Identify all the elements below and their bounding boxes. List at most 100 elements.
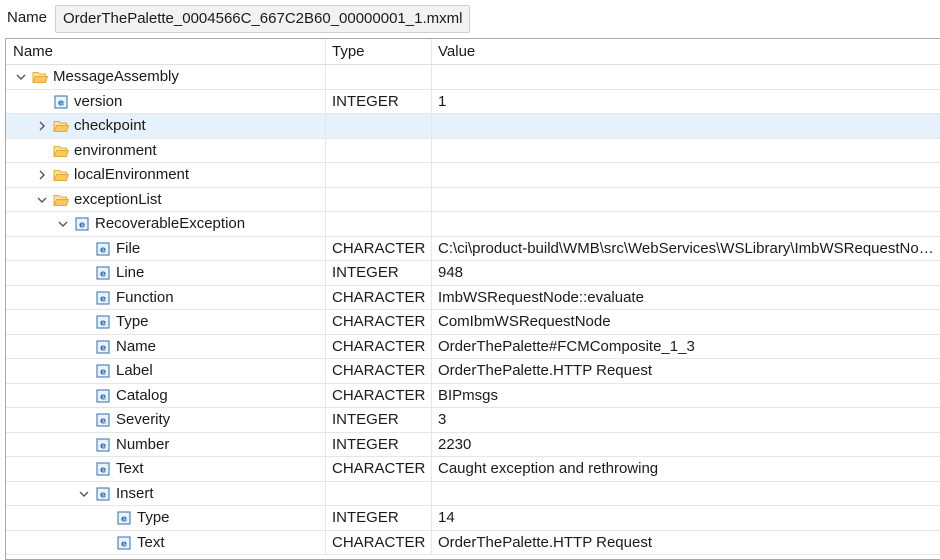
node-label: Insert (116, 484, 154, 502)
svg-text:e: e (121, 539, 127, 549)
cell-value: 14 (438, 509, 455, 526)
element-icon: e (54, 95, 68, 108)
cell-name: exceptionList (6, 187, 326, 211)
element-icon: e (96, 291, 110, 304)
tree-row[interactable]: e Line INTEGER 948 (6, 261, 940, 286)
svg-text:e: e (100, 270, 106, 280)
svg-text:e: e (100, 294, 106, 304)
svg-text:e: e (79, 221, 85, 231)
tree-row[interactable]: MessageAssembly (6, 65, 940, 90)
cell-name: localEnvironment (6, 163, 326, 187)
svg-text:e: e (58, 98, 64, 108)
cell-type: INTEGER (326, 506, 432, 530)
tree-header: Name Type Value (6, 39, 940, 65)
cell-value (432, 482, 936, 506)
svg-text:e: e (100, 368, 106, 378)
cell-name: e Type (6, 506, 326, 530)
chevron-down-icon[interactable] (57, 217, 69, 231)
tree-row[interactable]: e File CHARACTER C:\ci\product-build\WMB\sr… (6, 236, 940, 261)
cell-type (326, 187, 432, 211)
cell-name: e RecoverableException (6, 212, 326, 236)
tree-row[interactable]: e RecoverableException (6, 212, 940, 237)
cell-value (432, 188, 936, 212)
tree-row[interactable]: e Insert (6, 481, 940, 506)
cell-value: C:\ci\product-build\WMB\src\WebServices\… (438, 239, 936, 257)
node-label: RecoverableException (95, 215, 246, 232)
cell-type (326, 138, 432, 162)
element-icon: e (96, 364, 110, 378)
cell-name: e Name (6, 334, 326, 358)
column-header-name[interactable]: Name (6, 39, 326, 64)
cell-type: CHARACTER (326, 530, 432, 554)
tree-row[interactable]: checkpoint (6, 114, 940, 139)
node-label: Catalog (116, 386, 168, 404)
cell-name: e Insert (6, 481, 326, 505)
tree-row[interactable]: e Severity INTEGER 3 (6, 408, 940, 433)
chevron-down-icon[interactable] (15, 70, 27, 84)
folder-icon (53, 194, 69, 206)
cell-name: environment (6, 138, 326, 162)
cell-value: ComIbmWSRequestNode (438, 313, 611, 330)
tree-row[interactable]: environment (6, 138, 940, 163)
tree-row[interactable]: e version INTEGER 1 (6, 89, 940, 114)
node-label: Name (116, 337, 157, 355)
chevron-down-icon[interactable] (78, 487, 90, 501)
svg-text:e: e (100, 343, 106, 353)
cell-type: INTEGER (326, 261, 432, 285)
cell-type (326, 163, 432, 187)
element-icon: e (117, 511, 131, 525)
tree-row[interactable]: e Text CHARACTER Caught exception and rethr… (6, 457, 940, 482)
cell-value: OrderThePalette.HTTP Request (438, 533, 652, 551)
name-field[interactable]: OrderThePalette_0004566C_667C2B60_000000… (55, 5, 471, 33)
tree-row[interactable]: e Function CHARACTER ImbWSRequestNode::eval… (6, 285, 940, 310)
tree-row[interactable]: e Text CHARACTER OrderThePalette.HTTP Reque… (6, 530, 940, 555)
tree-row[interactable]: e Name CHARACTER OrderThePalette#FCMComposi… (6, 334, 940, 359)
tree-row[interactable]: localEnvironment (6, 163, 940, 188)
cell-value (432, 65, 936, 89)
cell-name: checkpoint (6, 114, 326, 138)
tree-row[interactable]: exceptionList (6, 187, 940, 212)
cell-value: 2230 (438, 435, 472, 453)
element-icon: e (96, 487, 110, 500)
cell-name: e Line (6, 261, 326, 285)
chevron-right-icon[interactable] (36, 168, 48, 182)
cell-name: e Type (6, 310, 326, 334)
column-header-type[interactable]: Type (326, 39, 432, 64)
node-label: Label (116, 362, 153, 379)
node-label: Function (116, 288, 174, 306)
chevron-down-icon[interactable] (36, 193, 48, 207)
name-label: Name (7, 9, 48, 26)
svg-text:e: e (100, 441, 106, 451)
cell-value (432, 139, 936, 163)
cell-name: e Text (6, 457, 326, 481)
cell-name: e Severity (6, 408, 326, 432)
element-icon: e (96, 413, 110, 427)
svg-text:e: e (100, 490, 106, 500)
message-tree[interactable]: Name Type Value MessageAssembly e version I… (5, 38, 940, 560)
node-label: checkpoint (74, 117, 146, 134)
cell-type (326, 114, 432, 138)
node-label: File (116, 239, 141, 257)
svg-text:e: e (121, 515, 127, 525)
node-label: Text (116, 460, 144, 477)
tree-row[interactable]: e Type INTEGER 14 (6, 506, 940, 531)
cell-value: 948 (438, 264, 464, 281)
chevron-right-icon[interactable] (36, 119, 48, 133)
element-icon: e (96, 340, 110, 353)
element-icon: e (96, 242, 110, 255)
cell-name: e version (6, 89, 326, 113)
tree-row[interactable]: e Type CHARACTER ComIbmWSRequestNode (6, 310, 940, 335)
svg-text:e: e (100, 319, 106, 329)
column-header-value[interactable]: Value (432, 39, 936, 64)
tree-row[interactable]: e Number INTEGER 2230 (6, 432, 940, 457)
cell-value: Caught exception and rethrowing (438, 460, 659, 477)
cell-type: INTEGER (326, 89, 432, 113)
cell-name: e Number (6, 432, 326, 456)
cell-name: e Function (6, 285, 326, 309)
svg-text:e: e (100, 466, 106, 476)
cell-type: CHARACTER (326, 285, 432, 309)
tree-row[interactable]: e Label CHARACTER OrderThePalette.HTTP Requ… (6, 359, 940, 384)
folder-icon (32, 72, 48, 83)
cell-type: CHARACTER (326, 310, 432, 334)
tree-row[interactable]: e Catalog CHARACTER BIPmsgs (6, 383, 940, 408)
